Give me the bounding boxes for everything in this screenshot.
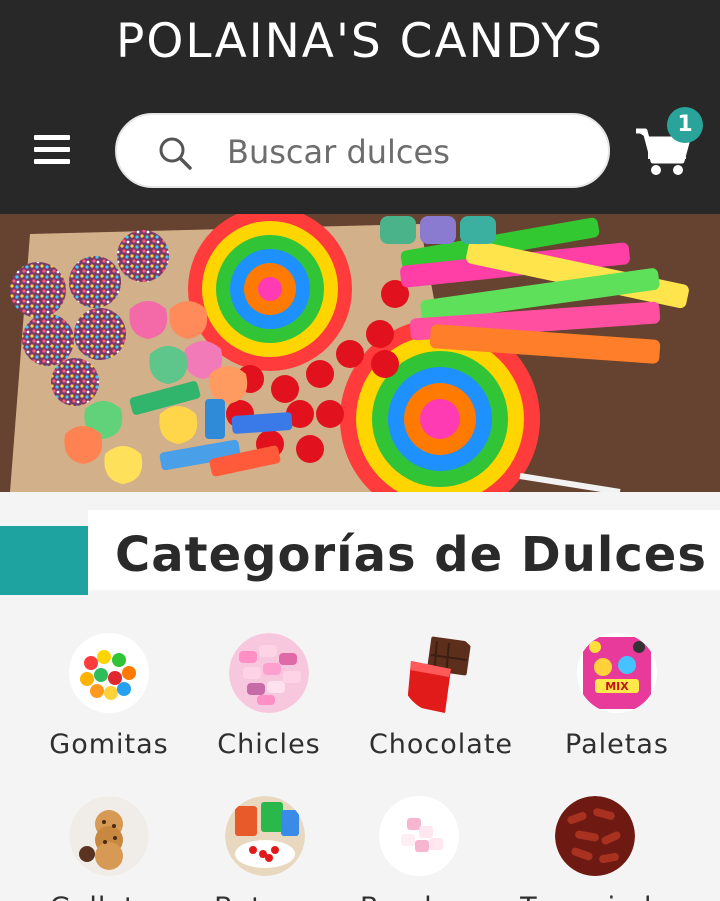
category-label: Chocolate (368, 729, 514, 760)
gummy-bears-thumbnail (69, 633, 149, 713)
category-tamarindo[interactable]: Tamarindo (510, 796, 680, 901)
category-label: Tamarindo (510, 892, 680, 901)
candy-hero-banner (0, 214, 720, 492)
category-bombon[interactable]: Bombon (334, 796, 504, 901)
category-paletas[interactable]: MIX Paletas (532, 633, 702, 760)
category-chicles[interactable]: Chicles (184, 633, 354, 760)
category-label: Chicles (217, 729, 321, 760)
snack-mix-thumbnail (225, 796, 305, 876)
category-label: Gomitas (49, 729, 169, 760)
category-gomitas[interactable]: Gomitas (24, 633, 194, 760)
category-label: Bombon (334, 892, 504, 901)
hamburger-menu-icon[interactable] (34, 135, 72, 167)
category-label: Botana (180, 892, 350, 901)
category-label: Galletas (24, 892, 194, 901)
search-bar[interactable] (115, 113, 610, 188)
search-icon (159, 137, 192, 170)
top-header: POLAINA'S CANDYS 1 (0, 0, 720, 214)
chewing-gum-thumbnail (229, 633, 309, 713)
store-brand-title: POLAINA'S CANDYS (116, 14, 604, 69)
section-title: Categorías de Dulces (115, 527, 707, 583)
cart-count-badge: 1 (667, 107, 703, 143)
lollipop-pack-thumbnail: MIX (577, 633, 657, 713)
cookies-thumbnail (69, 796, 149, 876)
search-input[interactable] (227, 127, 597, 177)
tamarind-candy-thumbnail (555, 796, 635, 876)
section-accent-bar (0, 526, 88, 595)
svg-text:MIX: MIX (605, 680, 629, 693)
category-chocolate[interactable]: Chocolate (356, 633, 526, 760)
category-botana[interactable]: Botana (180, 796, 350, 901)
chocolate-bar-thumbnail (401, 633, 481, 713)
category-label: Paletas (565, 729, 669, 760)
marshmallows-thumbnail (379, 796, 459, 876)
category-galletas[interactable]: Galletas (24, 796, 194, 901)
